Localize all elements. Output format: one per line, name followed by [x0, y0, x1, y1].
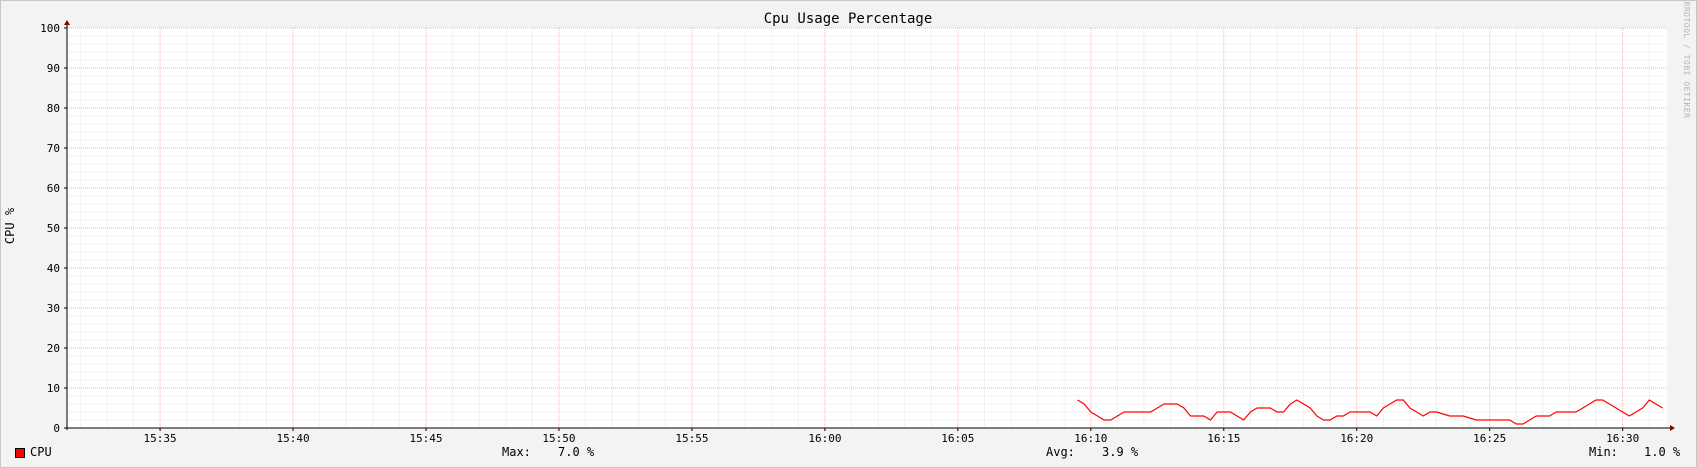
x-tick-label: 15:40 — [276, 432, 309, 445]
x-tick-label: 16:30 — [1606, 432, 1639, 445]
y-tick-label: 20 — [47, 342, 60, 355]
x-tick-label: 15:55 — [675, 432, 708, 445]
legend-label-cpu: CPU — [30, 445, 52, 459]
y-tick-label: 10 — [47, 382, 60, 395]
y-tick-label: 0 — [53, 422, 60, 435]
legend-min-label: Min: — [1589, 445, 1618, 459]
y-tick-label: 80 — [47, 102, 60, 115]
x-tick-label: 16:05 — [941, 432, 974, 445]
x-tick-label: 15:35 — [144, 432, 177, 445]
x-tick-label: 15:45 — [409, 432, 442, 445]
x-tick-label: 16:15 — [1207, 432, 1240, 445]
y-axis-label: CPU % — [3, 207, 17, 244]
x-tick-label: 16:00 — [808, 432, 841, 445]
chart-title: Cpu Usage Percentage — [764, 11, 933, 27]
legend-avg-value: 3.9 % — [1102, 445, 1139, 459]
legend-avg-label: Avg: — [1046, 445, 1075, 459]
x-tick-label: 16:25 — [1473, 432, 1506, 445]
y-axis-arrow — [64, 20, 70, 25]
x-tick-label: 15:50 — [542, 432, 575, 445]
y-tick-label: 40 — [47, 262, 60, 275]
watermark: RRDTOOL / TOBI OETIKER — [1682, 2, 1691, 119]
x-axis-arrow — [1670, 425, 1675, 431]
legend-max-value: 7.0 % — [558, 445, 595, 459]
y-tick-label: 70 — [47, 142, 60, 155]
legend-min-value: 1.0 % — [1644, 445, 1681, 459]
cpu-usage-chart: Cpu Usage Percentage CPU % RRDTOOL / TOB… — [3, 2, 1691, 445]
y-tick-label: 50 — [47, 222, 60, 235]
x-tick-label: 16:10 — [1074, 432, 1107, 445]
y-tick-label: 30 — [47, 302, 60, 315]
y-tick-label: 100 — [40, 22, 60, 35]
y-tick-label: 90 — [47, 62, 60, 75]
grid — [67, 27, 1667, 428]
legend-max-label: Max: — [502, 445, 531, 459]
x-tick-label: 16:20 — [1340, 432, 1373, 445]
y-tick-label: 60 — [47, 182, 60, 195]
legend-swatch-cpu — [15, 448, 25, 458]
